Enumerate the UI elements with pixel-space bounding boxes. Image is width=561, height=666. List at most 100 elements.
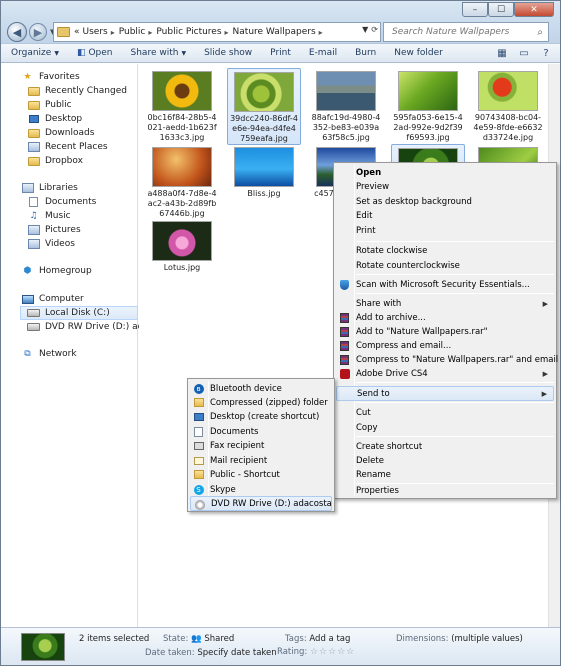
- menu-item-adobe-drive[interactable]: Adobe Drive CS4 ▶: [336, 366, 554, 381]
- file-item-selected[interactable]: 39dcc240-86df-4e6e-94ea-d4fe4759eafa.jpg: [227, 68, 301, 145]
- file-item[interactable]: 0bc16f84-28b5-4021-aedd-1b623f1633c3.jpg: [145, 68, 219, 143]
- menu-item-rotate-clockwise[interactable]: Rotate clockwise: [336, 243, 554, 258]
- rating-stars[interactable]: ☆☆☆☆☆: [310, 647, 355, 657]
- thumbnail-image: [478, 71, 538, 111]
- search-input[interactable]: [392, 27, 528, 37]
- preview-pane-icon[interactable]: ▭: [516, 46, 532, 60]
- nav-desktop[interactable]: Desktop: [27, 112, 82, 126]
- menu-item-rename[interactable]: Rename: [336, 467, 554, 482]
- menu-item-add-to-rar[interactable]: Add to "Nature Wallpapers.rar": [336, 324, 554, 339]
- menu-item-open[interactable]: Open: [336, 165, 554, 180]
- send-to-skype[interactable]: S Skype: [190, 482, 332, 497]
- nav-favorites[interactable]: ★ Favorites: [21, 70, 79, 84]
- send-to-mail[interactable]: Mail recipient: [190, 453, 332, 468]
- refresh-icon[interactable]: ⟳: [371, 25, 378, 34]
- pictures-icon: [27, 225, 40, 236]
- nav-label: Desktop: [45, 114, 83, 124]
- menu-item-preview[interactable]: Preview: [336, 179, 554, 194]
- menu-item-set-desktop-background[interactable]: Set as desktop background: [336, 194, 554, 209]
- nav-homegroup[interactable]: ⬢ Homegroup: [21, 264, 92, 278]
- nav-dropbox[interactable]: Dropbox: [27, 154, 83, 168]
- close-button[interactable]: ✕: [514, 2, 554, 17]
- thumbnail-image: [234, 72, 294, 112]
- nav-libraries[interactable]: Libraries: [21, 181, 78, 195]
- send-to-dvd-drive[interactable]: DVD RW Drive (D:) adacosta: [190, 496, 332, 511]
- search-box[interactable]: ⌕: [383, 22, 549, 42]
- breadcrumb-public[interactable]: Public: [119, 27, 146, 37]
- share-with-button[interactable]: Share with ▼: [131, 48, 187, 58]
- send-to-desktop[interactable]: Desktop (create shortcut): [190, 409, 332, 424]
- nav-public[interactable]: Public: [27, 98, 72, 112]
- menu-separator: [356, 293, 554, 294]
- help-icon[interactable]: ?: [538, 46, 554, 60]
- burn-button[interactable]: Burn: [355, 48, 376, 58]
- change-view-icon[interactable]: ▦: [494, 46, 510, 60]
- forward-button[interactable]: ▶: [29, 23, 47, 41]
- menu-item-add-to-archive[interactable]: Add to archive...: [336, 310, 554, 325]
- menu-item-properties[interactable]: Properties: [336, 483, 554, 498]
- folder-icon: [193, 469, 204, 480]
- file-item[interactable]: Bliss.jpg: [227, 144, 301, 199]
- address-dropdown-icon[interactable]: ▼: [362, 25, 368, 34]
- breadcrumb-public-pictures[interactable]: Public Pictures: [156, 27, 221, 37]
- send-to-documents[interactable]: Documents: [190, 424, 332, 439]
- slide-show-button[interactable]: Slide show: [204, 48, 252, 58]
- new-folder-button[interactable]: New folder: [394, 48, 443, 58]
- minimize-button[interactable]: –: [462, 2, 488, 17]
- menu-item-compress-and-email[interactable]: Compress and email...: [336, 338, 554, 353]
- menu-item-delete[interactable]: Delete: [336, 453, 554, 468]
- breadcrumb-separator-icon[interactable]: ▸: [319, 28, 323, 37]
- menu-item-send-to[interactable]: Send to ▶: [336, 386, 554, 401]
- nav-recent-places[interactable]: Recent Places: [27, 140, 108, 154]
- tags-key: Tags:: [285, 634, 307, 644]
- tags-value[interactable]: Add a tag: [309, 634, 350, 644]
- breadcrumb-overflow[interactable]: «: [74, 27, 80, 37]
- breadcrumb-users[interactable]: Users: [83, 27, 108, 37]
- send-to-bluetooth[interactable]: ʙ Bluetooth device: [190, 381, 332, 396]
- search-icon[interactable]: ⌕: [537, 27, 543, 38]
- nav-downloads[interactable]: Downloads: [27, 126, 94, 140]
- file-item[interactable]: a488a0f4-7d8e-4ac2-a43b-2d89fb67446b.jpg: [145, 144, 219, 219]
- send-to-compressed-folder[interactable]: Compressed (zipped) folder: [190, 395, 332, 410]
- nav-pictures[interactable]: Pictures: [27, 223, 81, 237]
- menu-item-compress-rar-email[interactable]: Compress to "Nature Wallpapers.rar" and …: [336, 352, 558, 367]
- organize-button[interactable]: Organize ▼: [11, 48, 59, 58]
- menu-item-scan[interactable]: Scan with Microsoft Security Essentials.…: [336, 277, 554, 292]
- menu-item-edit[interactable]: Edit: [336, 208, 554, 223]
- menu-item-cut[interactable]: Cut: [336, 405, 554, 420]
- breadcrumb-separator-icon[interactable]: ▸: [225, 28, 229, 37]
- file-item[interactable]: 595fa053-6e15-42ad-992e-9d2f39f69593.jpg: [391, 68, 465, 143]
- breadcrumb-nature-wallpapers[interactable]: Nature Wallpapers: [233, 27, 316, 37]
- menu-item-copy[interactable]: Copy: [336, 420, 554, 435]
- details-pane: 2 items selected State: 👥 Shared Date ta…: [1, 627, 560, 665]
- nav-label: Network: [39, 349, 77, 359]
- menu-item-create-shortcut[interactable]: Create shortcut: [336, 439, 554, 454]
- nav-music[interactable]: ♫ Music: [27, 209, 70, 223]
- email-button[interactable]: E-mail: [309, 48, 337, 58]
- breadcrumb-separator-icon[interactable]: ▸: [111, 28, 115, 37]
- submenu-arrow-icon: ▶: [542, 369, 548, 378]
- address-bar[interactable]: « Users ▸ Public ▸ Public Pictures ▸ Nat…: [53, 22, 381, 42]
- file-item[interactable]: 88afc19d-4980-4352-be83-e039a63f58c5.jpg: [309, 68, 383, 143]
- nav-videos[interactable]: Videos: [27, 237, 75, 251]
- menu-item-share-with[interactable]: Share with ▶: [336, 296, 554, 311]
- open-button[interactable]: ◧ Open: [77, 48, 113, 58]
- send-to-fax[interactable]: Fax recipient: [190, 438, 332, 453]
- nav-local-disk[interactable]: Local Disk (C:): [20, 306, 138, 320]
- nav-documents[interactable]: Documents: [27, 195, 96, 209]
- nav-computer[interactable]: Computer: [21, 292, 84, 306]
- print-button[interactable]: Print: [270, 48, 291, 58]
- menu-item-rotate-counterclockwise[interactable]: Rotate counterclockwise: [336, 258, 554, 273]
- back-button[interactable]: ◀: [7, 22, 27, 42]
- file-item[interactable]: 90743408-bc04-4e59-8fde-e6632d33724e.jpg: [471, 68, 545, 143]
- submenu-arrow-icon: ▶: [542, 299, 548, 308]
- maximize-button[interactable]: ☐: [488, 2, 514, 17]
- nav-network[interactable]: ⧉ Network: [21, 347, 77, 361]
- file-item[interactable]: Lotus.jpg: [145, 218, 219, 273]
- date-value[interactable]: Specify date taken: [197, 648, 276, 658]
- view-controls: ▦ ▭ ?: [494, 46, 554, 60]
- menu-item-print[interactable]: Print: [336, 223, 554, 238]
- send-to-public-shortcut[interactable]: Public - Shortcut: [190, 467, 332, 482]
- breadcrumb-separator-icon[interactable]: ▸: [148, 28, 152, 37]
- nav-recently-changed[interactable]: Recently Changed: [27, 84, 127, 98]
